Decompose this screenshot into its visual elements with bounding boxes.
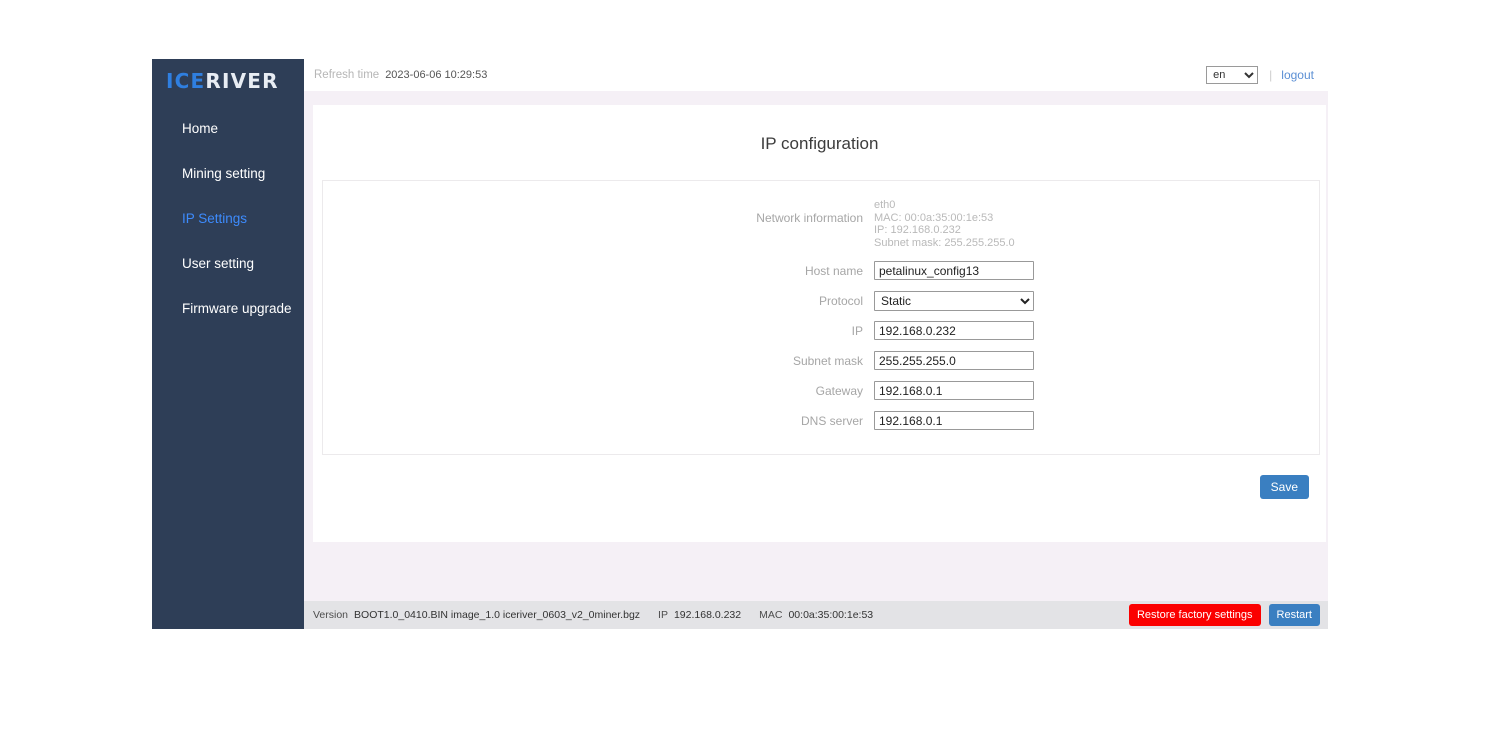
main-region: Refresh time 2023-06-06 10:29:53 en | lo… xyxy=(304,59,1328,629)
sidebar: ICE RIVER Home Mining setting IP Settings… xyxy=(152,59,304,629)
refresh-time-label: Refresh time xyxy=(314,69,380,81)
footer-mac-value: 00:0a:35:00:1e:53 xyxy=(788,609,874,621)
sidebar-item-ip-settings[interactable]: IP Settings xyxy=(152,203,304,234)
content-card: IP configuration Network information eth… xyxy=(313,105,1326,542)
refresh-time-value: 2023-06-06 10:29:53 xyxy=(385,69,488,81)
sidebar-item-home[interactable]: Home xyxy=(152,113,304,144)
page-title: IP configuration xyxy=(760,134,879,153)
top-bar-divider: | xyxy=(1269,68,1273,82)
footer-mac-label: MAC xyxy=(759,609,783,621)
dns-server-field-wrap xyxy=(874,411,1319,431)
subnet-mask-field-wrap xyxy=(874,351,1319,371)
subnet-mask-input[interactable] xyxy=(874,351,1034,371)
brand-logo-ice: ICE xyxy=(166,69,206,93)
top-bar: Refresh time 2023-06-06 10:29:53 en | lo… xyxy=(304,59,1328,91)
form-row-gateway: Gateway xyxy=(323,381,1319,402)
form-row-host-name: Host name xyxy=(323,261,1319,282)
host-name-field-wrap xyxy=(874,261,1319,281)
network-interface-name: eth0 xyxy=(874,199,896,211)
form-row-dns-server: DNS server xyxy=(323,411,1319,432)
dns-server-label: DNS server xyxy=(800,414,863,429)
dns-server-input[interactable] xyxy=(874,411,1034,431)
sidebar-item-label: User setting xyxy=(182,256,255,271)
host-name-input[interactable] xyxy=(874,261,1034,281)
gateway-field-wrap xyxy=(874,381,1319,401)
sidebar-item-label: Firmware upgrade xyxy=(182,301,292,316)
save-button-area: Save xyxy=(313,455,1326,500)
ip-configuration-form: Network information eth0 MAC: 00:0a:35:0… xyxy=(322,180,1320,456)
ip-input[interactable] xyxy=(874,321,1034,341)
application-window: ICE RIVER Home Mining setting IP Settings… xyxy=(152,59,1328,629)
footer-version-label: Version xyxy=(313,609,349,621)
sidebar-item-firmware-upgrade[interactable]: Firmware upgrade xyxy=(152,293,304,324)
logout-link[interactable]: logout xyxy=(1281,68,1314,82)
protocol-label: Protocol xyxy=(818,294,863,309)
protocol-field-wrap: Static DHCP xyxy=(874,291,1319,312)
sidebar-item-label: Mining setting xyxy=(182,166,266,181)
host-name-label: Host name xyxy=(804,264,863,279)
language-select[interactable]: en xyxy=(1206,66,1259,84)
protocol-select[interactable]: Static DHCP xyxy=(874,291,1034,312)
gateway-input[interactable] xyxy=(874,381,1034,401)
network-information-label: Network information xyxy=(756,211,863,225)
subnet-mask-label: Subnet mask xyxy=(792,354,863,369)
sidebar-item-mining-setting[interactable]: Mining setting xyxy=(152,158,304,189)
ip-field-wrap xyxy=(874,321,1319,341)
brand-logo-river: RIVER xyxy=(205,69,279,93)
restart-button[interactable]: Restart xyxy=(1268,604,1320,626)
brand-logo: ICE RIVER xyxy=(152,59,304,103)
sidebar-item-label: Home xyxy=(182,121,219,136)
network-information-value: eth0 MAC: 00:0a:35:00:1e:53 IP: 192.168.… xyxy=(874,197,1319,249)
form-row-ip: IP xyxy=(323,321,1319,342)
network-ip-address: IP: 192.168.0.232 xyxy=(874,224,961,237)
sidebar-nav: Home Mining setting IP Settings User set… xyxy=(152,103,304,324)
gateway-label: Gateway xyxy=(815,384,863,399)
status-footer: Version BOOT1.0_0410.BIN image_1.0 iceri… xyxy=(304,601,1328,629)
form-row-protocol: Protocol Static DHCP xyxy=(323,291,1319,312)
content-area: IP configuration Network information eth… xyxy=(304,91,1328,601)
save-button[interactable]: Save xyxy=(1259,475,1309,500)
sidebar-item-user-setting[interactable]: User setting xyxy=(152,248,304,279)
restore-factory-settings-button[interactable]: Restore factory settings xyxy=(1128,604,1261,626)
network-subnet-mask: Subnet mask: 255.255.255.0 xyxy=(874,236,1015,249)
network-information-text: eth0 MAC: 00:0a:35:00:1e:53 IP: 192.168.… xyxy=(874,197,1319,249)
form-row-subnet-mask: Subnet mask xyxy=(323,351,1319,372)
network-mac-address: MAC: 00:0a:35:00:1e:53 xyxy=(874,211,994,224)
ip-label: IP xyxy=(851,324,863,339)
form-row-network-information: Network information eth0 MAC: 00:0a:35:0… xyxy=(323,197,1319,249)
sidebar-item-label: IP Settings xyxy=(182,211,248,226)
footer-version-value: BOOT1.0_0410.BIN image_1.0 iceriver_0603… xyxy=(354,609,641,621)
footer-ip-value: 192.168.0.232 xyxy=(673,609,742,621)
footer-ip-label: IP xyxy=(658,609,668,621)
